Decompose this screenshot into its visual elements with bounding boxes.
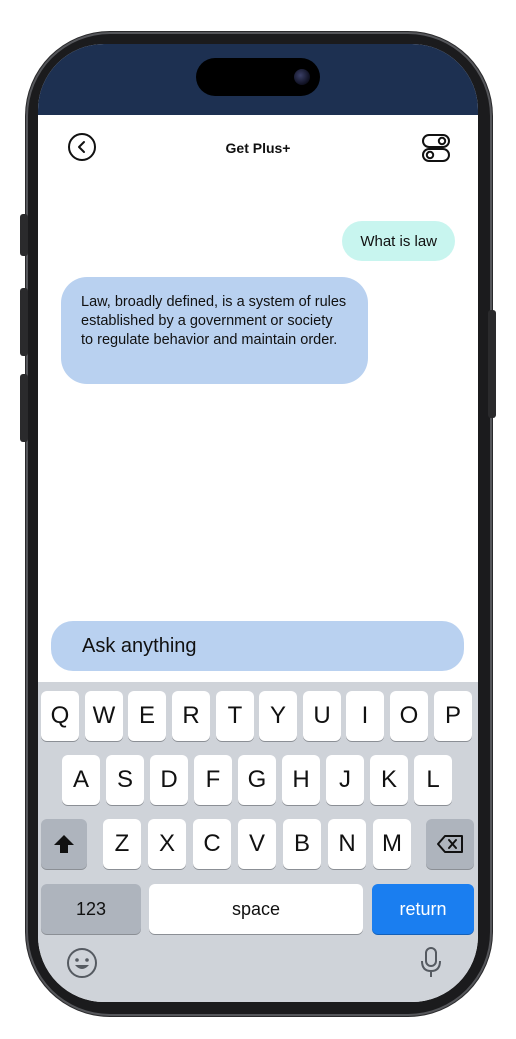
user-message: What is law bbox=[342, 221, 455, 261]
backspace-key[interactable] bbox=[426, 819, 474, 869]
key-a[interactable]: A bbox=[62, 755, 100, 805]
key-q[interactable]: Q bbox=[41, 691, 79, 741]
settings-button[interactable] bbox=[421, 133, 451, 163]
shift-icon bbox=[54, 835, 74, 853]
shift-key[interactable] bbox=[41, 819, 87, 869]
key-n[interactable]: N bbox=[328, 819, 366, 869]
key-h[interactable]: H bbox=[282, 755, 320, 805]
key-f[interactable]: F bbox=[194, 755, 232, 805]
key-j[interactable]: J bbox=[326, 755, 364, 805]
dynamic-island bbox=[196, 58, 320, 96]
key-p[interactable]: P bbox=[434, 691, 472, 741]
assistant-message: Law, broadly defined, is a system of rul… bbox=[61, 277, 368, 384]
key-d[interactable]: D bbox=[150, 755, 188, 805]
key-y[interactable]: Y bbox=[259, 691, 297, 741]
page-title[interactable]: Get Plus+ bbox=[38, 140, 478, 156]
key-z[interactable]: Z bbox=[103, 819, 141, 869]
key-k[interactable]: K bbox=[370, 755, 408, 805]
key-c[interactable]: C bbox=[193, 819, 231, 869]
key-x[interactable]: X bbox=[148, 819, 186, 869]
key-r[interactable]: R bbox=[172, 691, 210, 741]
key-t[interactable]: T bbox=[216, 691, 254, 741]
screen: Get Plus+ What is law Law, broadly defin… bbox=[38, 44, 478, 1002]
keyboard: Q W E R T Y U I O P A S D F G H J K L Z … bbox=[38, 682, 478, 1002]
key-w[interactable]: W bbox=[85, 691, 123, 741]
key-s[interactable]: S bbox=[106, 755, 144, 805]
microphone-icon bbox=[421, 947, 441, 977]
key-e[interactable]: E bbox=[128, 691, 166, 741]
numbers-key[interactable]: 123 bbox=[41, 884, 141, 934]
key-l[interactable]: L bbox=[414, 755, 452, 805]
ask-input[interactable] bbox=[51, 621, 464, 671]
camera-icon bbox=[294, 69, 310, 85]
toggles-icon bbox=[422, 134, 450, 162]
action-button bbox=[20, 214, 28, 256]
space-key[interactable]: space bbox=[149, 884, 363, 934]
emoji-button[interactable] bbox=[65, 946, 99, 980]
volume-up-button bbox=[20, 288, 28, 356]
key-u[interactable]: U bbox=[303, 691, 341, 741]
status-bar bbox=[38, 44, 478, 115]
key-b[interactable]: B bbox=[283, 819, 321, 869]
dictation-button[interactable] bbox=[418, 946, 444, 980]
key-v[interactable]: V bbox=[238, 819, 276, 869]
power-button bbox=[488, 310, 496, 418]
volume-down-button bbox=[20, 374, 28, 442]
key-o[interactable]: O bbox=[390, 691, 428, 741]
key-g[interactable]: G bbox=[238, 755, 276, 805]
key-i[interactable]: I bbox=[346, 691, 384, 741]
key-m[interactable]: M bbox=[373, 819, 411, 869]
emoji-icon bbox=[67, 948, 97, 978]
return-key[interactable]: return bbox=[372, 884, 474, 934]
backspace-icon bbox=[437, 835, 463, 853]
